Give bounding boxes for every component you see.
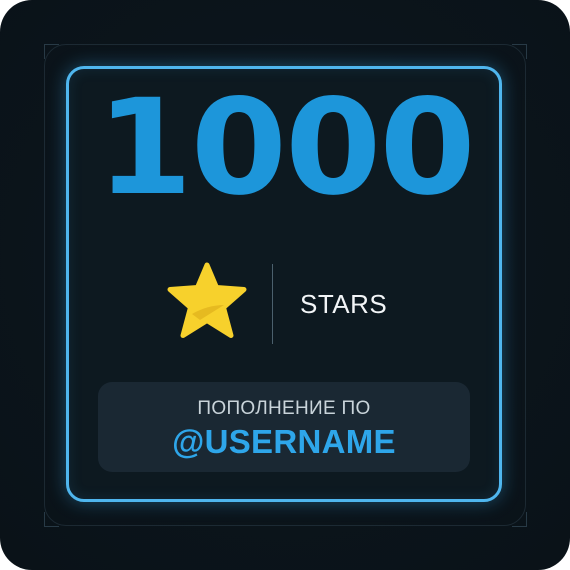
username: @USERNAME xyxy=(172,423,396,460)
corner-mark-bottom-right xyxy=(512,512,527,527)
topup-label: ПОПОЛНЕНИЕ ПО xyxy=(197,398,371,419)
corner-mark-bottom-left xyxy=(44,512,59,527)
corner-mark-top-left xyxy=(44,44,59,59)
stars-amount: 1000 xyxy=(96,71,475,225)
divider xyxy=(272,264,273,344)
corner-mark-top-right xyxy=(512,44,527,59)
star-icon xyxy=(167,262,247,338)
stars-unit-label: STARS xyxy=(300,289,388,319)
stars-card-tile: 1000 STARS ПОПОЛНЕНИЕ ПО @USERNAME xyxy=(0,0,570,570)
